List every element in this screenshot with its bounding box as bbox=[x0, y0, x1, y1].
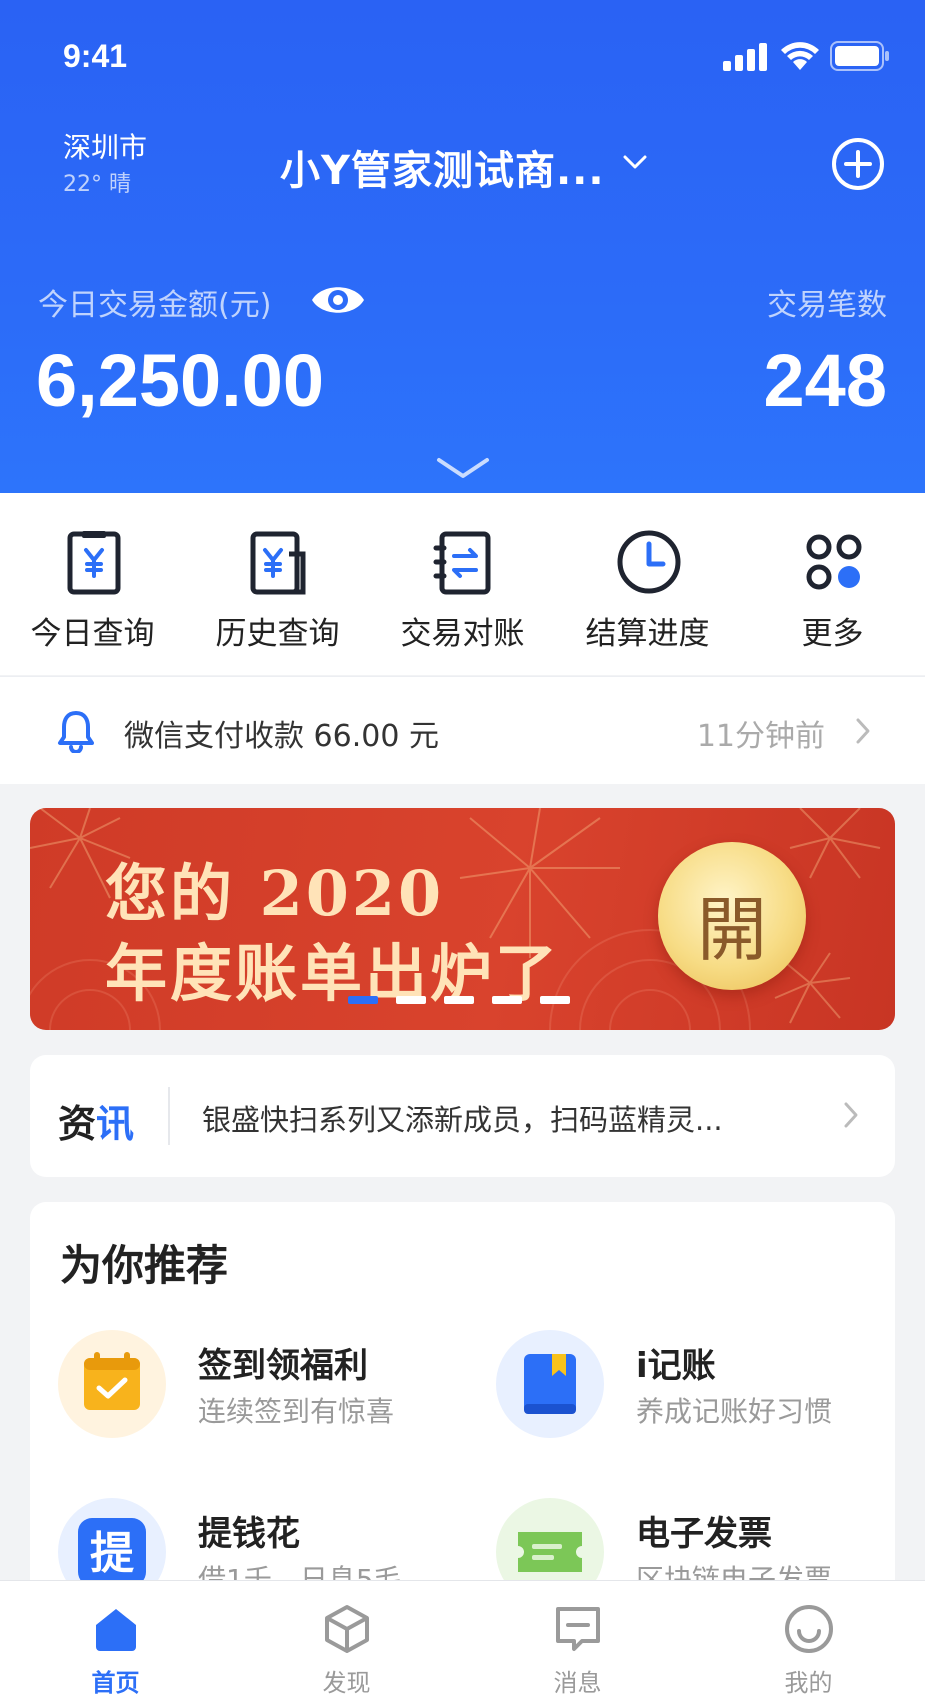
quick-action-history-query[interactable]: 历史查询 bbox=[185, 493, 370, 675]
recommend-item-desc: 养成记账好习惯 bbox=[636, 1395, 833, 1428]
tab-home[interactable]: 首页 bbox=[0, 1581, 231, 1703]
bell-icon bbox=[58, 711, 94, 753]
notification-text: 微信支付收款 66.00 元 bbox=[124, 719, 439, 754]
reconcile-icon bbox=[433, 531, 491, 595]
message-icon bbox=[556, 1607, 600, 1651]
annual-bill-banner[interactable]: 您的 2020 年度账单出炉了 開 bbox=[30, 808, 895, 1030]
today-query-icon bbox=[67, 531, 121, 595]
recommend-item-name: 提钱花 bbox=[198, 1514, 300, 1554]
add-circle-icon[interactable] bbox=[830, 136, 886, 192]
quick-action-label: 今日查询 bbox=[30, 616, 155, 652]
chevron-down-icon[interactable] bbox=[622, 152, 648, 172]
open-coin-button[interactable]: 開 bbox=[658, 842, 806, 990]
today-amount-value: 6,250.00 bbox=[36, 339, 325, 422]
home-icon bbox=[96, 1609, 136, 1651]
store-selector[interactable]: 小Y管家测试商... bbox=[280, 138, 605, 196]
eye-icon[interactable] bbox=[310, 279, 366, 321]
tab-discover[interactable]: 发现 bbox=[231, 1581, 462, 1703]
payment-notification[interactable]: 微信支付收款 66.00 元 11分钟前 bbox=[0, 676, 925, 784]
quick-action-label: 历史查询 bbox=[215, 616, 340, 652]
pagination-dot[interactable] bbox=[492, 996, 522, 1004]
history-query-icon bbox=[250, 531, 306, 595]
wifi-icon bbox=[781, 42, 819, 70]
quick-actions: 今日查询 历史查询 交易对账 结算进度 更多 bbox=[0, 493, 925, 675]
today-amount-label: 今日交易金额(元) bbox=[38, 288, 272, 323]
quick-action-more[interactable]: 更多 bbox=[740, 493, 925, 675]
tab-label: 发现 bbox=[322, 1669, 371, 1697]
tx-count-label: 交易笔数 bbox=[767, 288, 887, 323]
recommend-item-name: i记账 bbox=[636, 1346, 716, 1386]
quick-action-label: 交易对账 bbox=[400, 616, 525, 652]
quick-action-today-query[interactable]: 今日查询 bbox=[0, 493, 185, 675]
calendar-check-icon bbox=[58, 1330, 166, 1438]
recommend-item-name: 签到领福利 bbox=[198, 1346, 368, 1386]
chevron-right-icon bbox=[844, 1102, 858, 1128]
quick-action-reconcile[interactable]: 交易对账 bbox=[370, 493, 555, 675]
battery-icon bbox=[830, 41, 889, 71]
coin-label: 開 bbox=[697, 889, 767, 971]
expand-chevron-icon[interactable] bbox=[435, 455, 491, 481]
pagination-dot[interactable] bbox=[348, 996, 378, 1004]
header: 9:41 深圳市 22° 晴 小Y管家测试商... 今日交易金额(元) 6,25… bbox=[0, 0, 925, 493]
recommend-section: 为你推荐 签到领福利 连续签到有惊喜 i记账 养成记账好习惯 提 提钱花 电子发… bbox=[30, 1202, 895, 1622]
recommend-item-desc: 连续签到有惊喜 bbox=[198, 1395, 395, 1428]
tab-messages[interactable]: 消息 bbox=[462, 1581, 693, 1703]
tab-label: 消息 bbox=[553, 1669, 602, 1697]
quick-action-settlement[interactable]: 结算进度 bbox=[555, 493, 740, 675]
news-headline: 银盛快扫系列又添新成员，扫码蓝精灵... bbox=[202, 1103, 723, 1137]
tx-count-value: 248 bbox=[763, 339, 887, 422]
profile-smile-icon bbox=[785, 1605, 833, 1653]
withdraw-glyph: 提 bbox=[90, 1528, 134, 1579]
news-divider bbox=[168, 1087, 170, 1145]
quick-action-label: 更多 bbox=[801, 616, 864, 652]
recommend-item-name: 电子发票 bbox=[636, 1514, 772, 1554]
weather-label: 22° 晴 bbox=[63, 172, 131, 197]
cellular-signal-icon bbox=[723, 43, 767, 71]
notification-time: 11分钟前 bbox=[696, 719, 825, 754]
more-grid-icon bbox=[806, 534, 862, 590]
notebook-icon bbox=[496, 1330, 604, 1438]
pagination-dot[interactable] bbox=[540, 996, 570, 1004]
quick-action-label: 结算进度 bbox=[585, 616, 710, 652]
status-time: 9:41 bbox=[63, 38, 128, 74]
recommend-item-checkin[interactable]: 签到领福利 连续签到有惊喜 bbox=[58, 1330, 478, 1460]
recommend-item-bookkeeping[interactable]: i记账 养成记账好习惯 bbox=[496, 1330, 895, 1460]
pagination-dot[interactable] bbox=[444, 996, 474, 1004]
city-label[interactable]: 深圳市 bbox=[63, 126, 147, 166]
discover-cube-icon bbox=[325, 1605, 369, 1653]
tab-label: 首页 bbox=[91, 1669, 140, 1697]
chevron-right-icon bbox=[856, 718, 870, 744]
tab-profile[interactable]: 我的 bbox=[693, 1581, 924, 1703]
recommend-title: 为你推荐 bbox=[60, 1241, 229, 1290]
news-tag: 资讯 bbox=[58, 1102, 135, 1146]
settlement-clock-icon bbox=[617, 530, 681, 594]
news-ticker[interactable]: 资讯 银盛快扫系列又添新成员，扫码蓝精灵... bbox=[30, 1055, 895, 1177]
tab-label: 我的 bbox=[784, 1669, 833, 1697]
status-bar: 9:41 bbox=[0, 30, 925, 86]
bottom-tab-bar: 首页 发现 消息 我的 bbox=[0, 1580, 925, 1703]
pagination-dot[interactable] bbox=[396, 996, 426, 1004]
banner-title-line1: 您的 2020 bbox=[105, 857, 445, 930]
